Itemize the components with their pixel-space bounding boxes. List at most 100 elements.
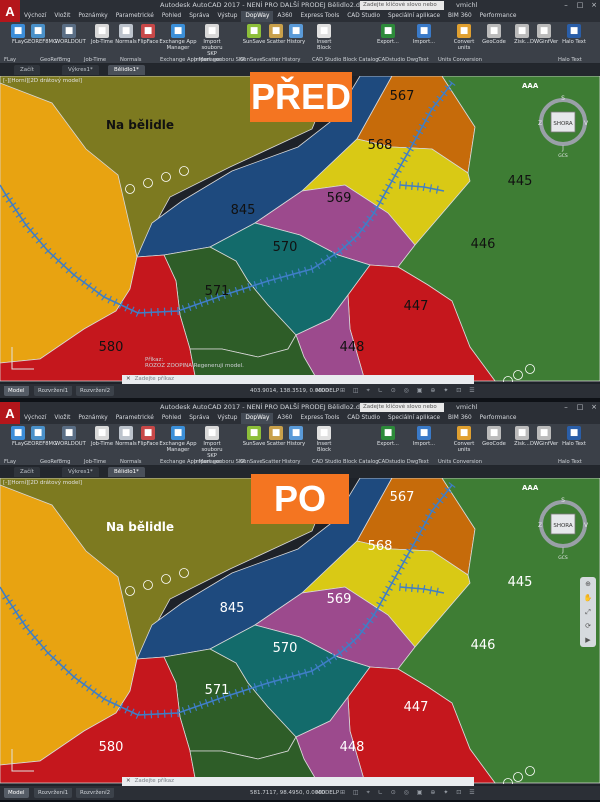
user-name[interactable]: vmichl xyxy=(456,0,477,11)
ribbon-button[interactable]: ■ WORLDOUT xyxy=(55,24,86,45)
viewcube[interactable]: SHORA S J Z V GCS xyxy=(536,94,590,159)
viewport-label[interactable]: [-][Horní][2D drátový model] xyxy=(3,78,82,84)
layout-tab[interactable]: Model xyxy=(4,788,29,798)
ribbon-tab[interactable]: Performance xyxy=(476,11,521,22)
ribbon-button[interactable]: ■ Import souboru SKP xyxy=(198,24,226,57)
ribbon-tab[interactable]: CAD Studio xyxy=(343,413,384,424)
autocad-logo-icon[interactable]: A xyxy=(0,402,20,425)
ribbon-tab[interactable]: Pohled xyxy=(158,11,185,22)
ribbon-tab[interactable]: Performance xyxy=(476,413,521,424)
layout-tab[interactable]: Rozvržení1 xyxy=(34,788,73,798)
ribbon-tab[interactable]: Express Tools xyxy=(296,413,343,424)
ribbon-tab[interactable]: Speciální aplikace xyxy=(384,413,444,424)
search-input[interactable]: Zadejte klíčové slovo nebo výraz xyxy=(360,403,444,419)
document-tab[interactable]: Výkres1* xyxy=(62,65,99,75)
ribbon-button[interactable]: ■ Import souboru SKP xyxy=(198,426,226,459)
ribbon-button[interactable]: ■ GeoCode xyxy=(480,24,508,45)
minimize-button[interactable]: – xyxy=(560,403,572,412)
ribbon-tab[interactable]: Poznámky xyxy=(74,413,111,424)
ribbon-tab[interactable]: CAD Studio xyxy=(343,11,384,22)
close-button[interactable]: × xyxy=(588,403,600,412)
ribbon-button[interactable]: ■ Export... xyxy=(374,426,402,447)
ribbon-button[interactable]: ■ GeoCode xyxy=(480,426,508,447)
ribbon-tab[interactable]: Pohled xyxy=(158,413,185,424)
user-name[interactable]: vmichl xyxy=(456,402,477,413)
window-title: Autodesk AutoCAD 2017 - NENÍ PRO DALŠÍ P… xyxy=(160,403,370,411)
ribbon-button[interactable]: ■ Export... xyxy=(374,24,402,45)
ribbon-tab[interactable]: Vložit xyxy=(50,413,74,424)
ribbon-tab[interactable]: Výstup xyxy=(213,413,241,424)
ribbon-button[interactable]: ■ Exchange App Manager xyxy=(158,24,198,51)
parcel-number: 448 xyxy=(340,340,365,355)
document-tab[interactable]: Bělidlo1* xyxy=(108,65,145,75)
status-toggle-icons[interactable]: ⊞ ◫ ⌖ ∟ ⊙ ◎ ▣ ⊕ ✦ ⊡ ☰ xyxy=(340,789,478,797)
document-tab[interactable]: Výkres1* xyxy=(62,467,99,477)
autocad-logo-icon[interactable]: A xyxy=(0,0,20,23)
maximize-button[interactable]: □ xyxy=(574,403,586,412)
ribbon-tab[interactable]: Parametrické xyxy=(112,413,158,424)
panel-after: Autodesk AutoCAD 2017 - NENÍ PRO DALŠÍ P… xyxy=(0,402,600,800)
command-input[interactable]: ✕ Zadejte příkaz xyxy=(122,375,474,384)
ribbon-button[interactable]: ■ Import... xyxy=(410,426,438,447)
navigation-bar[interactable]: ⊕ ✋ ⤢ ⟳ ▶ xyxy=(580,577,596,647)
document-tab[interactable]: Začít xyxy=(14,467,40,477)
layout-tab[interactable]: Model xyxy=(4,386,29,396)
command-close-icon[interactable]: ✕ xyxy=(126,376,131,382)
ribbon-tab[interactable]: BIM 360 xyxy=(444,413,476,424)
ribbon-tab[interactable]: Výstup xyxy=(213,11,241,22)
ribbon-button-icon: ■ xyxy=(269,426,283,440)
search-input[interactable]: Zadejte klíčové slovo nebo výraz xyxy=(360,1,444,17)
maximize-button[interactable]: □ xyxy=(574,1,586,10)
model-space-toggle[interactable]: MODELP xyxy=(316,786,339,800)
layout-tab[interactable]: Rozvržení1 xyxy=(34,386,73,396)
ribbon-button[interactable]: ■ Halo Text xyxy=(560,24,588,45)
command-input[interactable]: ✕ Zadejte příkaz xyxy=(122,777,474,786)
close-button[interactable]: × xyxy=(588,1,600,10)
ribbon-tab[interactable]: Správa xyxy=(185,413,213,424)
ribbon-tab[interactable]: A360 xyxy=(273,413,296,424)
ribbon-tab[interactable]: A360 xyxy=(273,11,296,22)
navigation-tool-icon[interactable]: ⤢ xyxy=(580,605,596,619)
status-toggle-icons[interactable]: ⊞ ◫ ⌖ ∟ ⊙ ◎ ▣ ⊕ ✦ ⊡ ☰ xyxy=(340,387,478,395)
layout-tab[interactable]: Rozvržení2 xyxy=(76,386,115,396)
ribbon-button[interactable]: ■ Halo Text xyxy=(560,426,588,447)
ribbon-tab[interactable]: Výchozí xyxy=(20,11,50,22)
layout-tab[interactable]: Rozvržení2 xyxy=(76,788,115,798)
document-tab[interactable]: Bělidlo1* xyxy=(108,467,145,477)
ribbon-button[interactable]: ■ History xyxy=(282,24,310,45)
ribbon-tab[interactable]: Express Tools xyxy=(296,11,343,22)
ribbon-button[interactable]: ■ DWGinfVer xyxy=(530,426,558,447)
ribbon-button[interactable]: ■ Import... xyxy=(410,24,438,45)
command-close-icon[interactable]: ✕ xyxy=(126,778,131,784)
ribbon-tab[interactable]: BIM 360 xyxy=(444,11,476,22)
viewcube[interactable]: SHORA S J Z V GCS xyxy=(536,496,590,561)
ribbon-button[interactable]: ■ Convert units xyxy=(450,24,478,51)
ribbon-button[interactable]: ■ GEOREF8MG xyxy=(24,24,57,45)
ribbon-button-icon: ■ xyxy=(119,426,133,440)
navigation-tool-icon[interactable]: ✋ xyxy=(580,591,596,605)
ucs-axes xyxy=(11,347,34,370)
ribbon-tab[interactable]: DopWay xyxy=(241,11,274,22)
ribbon-tab[interactable]: Speciální aplikace xyxy=(384,11,444,22)
ribbon-button[interactable]: ■ Insert Block xyxy=(310,24,338,51)
viewport-label[interactable]: [-][Horní][2D drátový model] xyxy=(3,480,82,486)
ribbon-button[interactable]: ■ Convert units xyxy=(450,426,478,453)
navigation-tool-icon[interactable]: ⊕ xyxy=(580,577,596,591)
ribbon-button[interactable]: ■ History xyxy=(282,426,310,447)
ribbon-tab[interactable]: DopWay xyxy=(241,413,274,424)
ribbon-button[interactable]: ■ WORLDOUT xyxy=(55,426,86,447)
ribbon-tab[interactable]: Vložit xyxy=(50,11,74,22)
document-tab[interactable]: Začít xyxy=(14,65,40,75)
ribbon-tab[interactable]: Správa xyxy=(185,11,213,22)
ribbon-button[interactable]: ■ Exchange App Manager xyxy=(158,426,198,453)
ribbon-button[interactable]: ■ DWGinfVer xyxy=(530,24,558,45)
minimize-button[interactable]: – xyxy=(560,1,572,10)
ribbon-tab[interactable]: Poznámky xyxy=(74,11,111,22)
ribbon-button[interactable]: ■ GEOREF8MG xyxy=(24,426,57,447)
navigation-tool-icon[interactable]: ▶ xyxy=(580,633,596,647)
ribbon-button[interactable]: ■ Insert Block xyxy=(310,426,338,453)
ribbon-tab[interactable]: Výchozí xyxy=(20,413,50,424)
navigation-tool-icon[interactable]: ⟳ xyxy=(580,619,596,633)
ribbon-tab[interactable]: Parametrické xyxy=(112,11,158,22)
model-space-toggle[interactable]: MODELP xyxy=(316,384,339,398)
